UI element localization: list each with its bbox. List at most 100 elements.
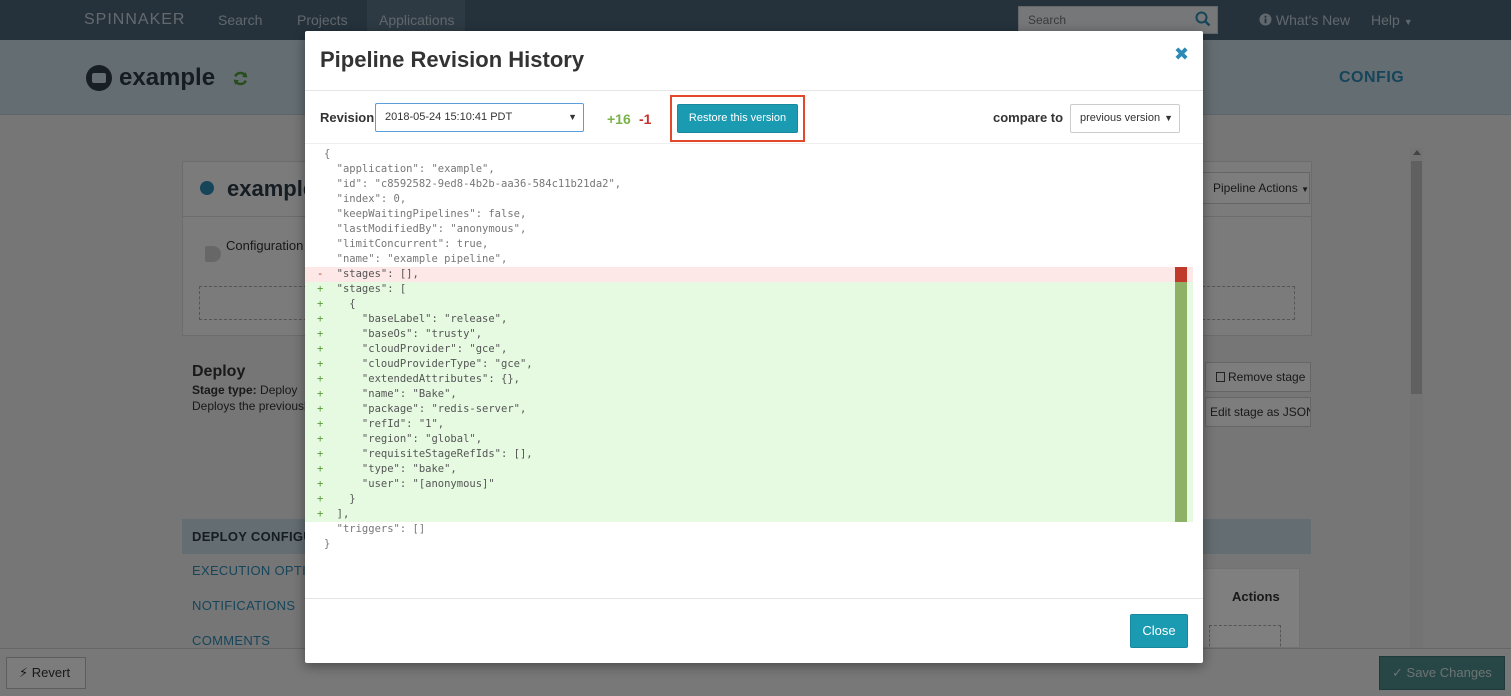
diff-code: "region": "global", bbox=[324, 433, 483, 445]
revision-label: Revision bbox=[320, 110, 375, 125]
diff-line: + "baseOs": "trusty", bbox=[305, 327, 1193, 342]
diff-code: } bbox=[324, 493, 356, 505]
diff-line: "name": "example pipeline", bbox=[305, 252, 1193, 267]
diff-view[interactable]: { "application": "example", "id": "c8592… bbox=[305, 147, 1193, 552]
diff-code: "baseLabel": "release", bbox=[324, 313, 508, 325]
diff-marker: + bbox=[317, 478, 324, 490]
diff-line: + "cloudProvider": "gce", bbox=[305, 342, 1193, 357]
diff-line: + { bbox=[305, 297, 1193, 312]
revision-select[interactable]: 2018-05-24 15:10:41 PDT ▼ bbox=[375, 103, 584, 132]
diff-marker: + bbox=[317, 283, 324, 295]
diff-code: { bbox=[324, 298, 356, 310]
revision-history-modal: Pipeline Revision History ✖ Revision 201… bbox=[305, 31, 1203, 663]
diff-line: + "package": "redis-server", bbox=[305, 402, 1193, 417]
modal-title: Pipeline Revision History bbox=[320, 47, 585, 72]
diff-code: { bbox=[324, 148, 331, 160]
diff-gutter-marker bbox=[1175, 312, 1187, 327]
diff-code: "stages": [], bbox=[324, 268, 419, 280]
diff-marker: + bbox=[317, 373, 324, 385]
diff-marker: + bbox=[317, 343, 324, 355]
diff-line: + "baseLabel": "release", bbox=[305, 312, 1193, 327]
diff-line: + "stages": [ bbox=[305, 282, 1193, 297]
diff-code: "name": "example pipeline", bbox=[324, 253, 508, 265]
diff-line: "triggers": [] bbox=[305, 522, 1193, 537]
diff-gutter-marker bbox=[1175, 507, 1187, 522]
diff-line: + "refId": "1", bbox=[305, 417, 1193, 432]
diff-code: ], bbox=[324, 508, 350, 520]
diff-code: "id": "c8592582-9ed8-4b2b-aa36-584c11b21… bbox=[324, 178, 622, 190]
diff-marker: + bbox=[317, 508, 324, 520]
diff-marker: + bbox=[317, 328, 324, 340]
diff-line: - "stages": [], bbox=[305, 267, 1193, 282]
diff-code: "type": "bake", bbox=[324, 463, 457, 475]
diff-code: "requisiteStageRefIds": [], bbox=[324, 448, 533, 460]
diff-line: + "type": "bake", bbox=[305, 462, 1193, 477]
diff-line: + "name": "Bake", bbox=[305, 387, 1193, 402]
diff-line: } bbox=[305, 537, 1193, 552]
diff-marker: + bbox=[317, 463, 324, 475]
compare-label: compare to bbox=[993, 110, 1064, 125]
diff-line: "id": "c8592582-9ed8-4b2b-aa36-584c11b21… bbox=[305, 177, 1193, 192]
diff-line: "keepWaitingPipelines": false, bbox=[305, 207, 1193, 222]
diff-gutter-marker bbox=[1175, 297, 1187, 312]
diff-gutter-marker bbox=[1175, 492, 1187, 507]
diff-line: + "requisiteStageRefIds": [], bbox=[305, 447, 1193, 462]
diff-code: "cloudProviderType": "gce", bbox=[324, 358, 533, 370]
diff-code: "baseOs": "trusty", bbox=[324, 328, 483, 340]
diff-line: + ], bbox=[305, 507, 1193, 522]
diff-line: + } bbox=[305, 492, 1193, 507]
restore-version-button[interactable]: Restore this version bbox=[677, 104, 798, 133]
diff-line: + "extendedAttributes": {}, bbox=[305, 372, 1193, 387]
diff-line: { bbox=[305, 147, 1193, 162]
diff-gutter-marker bbox=[1175, 282, 1187, 297]
diff-code: "package": "redis-server", bbox=[324, 403, 527, 415]
diff-marker: - bbox=[317, 268, 324, 280]
diff-marker: + bbox=[317, 403, 324, 415]
diff-gutter-marker bbox=[1175, 342, 1187, 357]
diff-gutter-marker bbox=[1175, 447, 1187, 462]
close-icon[interactable]: ✖ bbox=[1174, 44, 1189, 65]
diff-code: } bbox=[324, 538, 331, 550]
close-button[interactable]: Close bbox=[1130, 614, 1188, 648]
diff-marker: + bbox=[317, 313, 324, 325]
diff-code: "extendedAttributes": {}, bbox=[324, 373, 520, 385]
diff-code: "refId": "1", bbox=[324, 418, 445, 430]
revision-value: 2018-05-24 15:10:41 PDT bbox=[385, 111, 513, 123]
diff-code: "user": "[anonymous]" bbox=[324, 478, 495, 490]
diff-gutter-marker bbox=[1175, 372, 1187, 387]
diff-marker: + bbox=[317, 388, 324, 400]
diff-marker: + bbox=[317, 298, 324, 310]
diff-gutter-marker bbox=[1175, 462, 1187, 477]
diff-gutter-marker bbox=[1175, 402, 1187, 417]
caret-down-icon: ▼ bbox=[568, 112, 577, 122]
diff-code: "triggers": [] bbox=[324, 523, 426, 535]
diff-gutter-marker bbox=[1175, 432, 1187, 447]
diff-code: "application": "example", bbox=[324, 163, 495, 175]
diff-code: "cloudProvider": "gce", bbox=[324, 343, 508, 355]
diff-code: "limitConcurrent": true, bbox=[324, 238, 489, 250]
diff-gutter-marker bbox=[1175, 417, 1187, 432]
diff-line: + "cloudProviderType": "gce", bbox=[305, 357, 1193, 372]
diff-marker: + bbox=[317, 418, 324, 430]
diff-gutter-marker bbox=[1175, 477, 1187, 492]
diff-code: "name": "Bake", bbox=[324, 388, 457, 400]
diff-marker: + bbox=[317, 358, 324, 370]
diff-gutter-marker bbox=[1175, 387, 1187, 402]
diff-line: + "user": "[anonymous]" bbox=[305, 477, 1193, 492]
compare-value: previous version bbox=[1080, 112, 1161, 124]
diff-code: "lastModifiedBy": "anonymous", bbox=[324, 223, 527, 235]
additions-count: +16 bbox=[607, 111, 631, 127]
diff-marker: + bbox=[317, 448, 324, 460]
diff-line: "limitConcurrent": true, bbox=[305, 237, 1193, 252]
diff-gutter-marker bbox=[1175, 267, 1187, 282]
compare-select[interactable]: previous version ▼ bbox=[1070, 104, 1180, 133]
diff-code: "keepWaitingPipelines": false, bbox=[324, 208, 527, 220]
diff-line: "lastModifiedBy": "anonymous", bbox=[305, 222, 1193, 237]
diff-code: "stages": [ bbox=[324, 283, 407, 295]
diff-line: "index": 0, bbox=[305, 192, 1193, 207]
diff-marker: + bbox=[317, 493, 324, 505]
diff-gutter-marker bbox=[1175, 327, 1187, 342]
caret-down-icon: ▼ bbox=[1164, 113, 1173, 123]
diff-line: + "region": "global", bbox=[305, 432, 1193, 447]
diff-line: "application": "example", bbox=[305, 162, 1193, 177]
